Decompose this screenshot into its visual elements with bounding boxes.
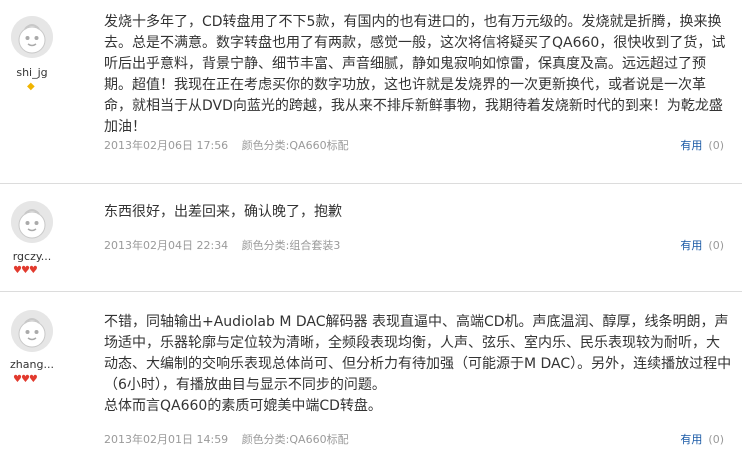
- useful-count: (0): [708, 433, 724, 446]
- review-text: 不错，同轴输出+Audiolab M DAC解码器 表现直逼中、高端CD机。声底…: [104, 312, 732, 417]
- review-date: 2013年02月04日 22:34: [104, 239, 229, 252]
- review-item: shi_jg ◆ 发烧十多年了，CD转盘用了不下5款，有国内的也有进口的，也有万…: [0, 0, 742, 184]
- review-text: 发烧十多年了，CD转盘用了不下5款，有国内的也有进口的，也有万元级的。发烧就是折…: [104, 14, 726, 135]
- review-meta: 2013年02月06日 17:56 颜色分类:QA660标配: [104, 137, 349, 153]
- review-item: rgczy... ♥♥♥ 东西很好，出差回来，确认晚了，抱歉 2013年02月0…: [0, 184, 742, 292]
- useful-button[interactable]: 有用: [680, 239, 702, 252]
- username[interactable]: rgczy...: [0, 250, 64, 263]
- user-avatar-icon: [11, 16, 53, 58]
- review-meta: 2013年02月01日 14:59 颜色分类:QA660标配: [104, 431, 349, 447]
- user-level-hearts-icon: ♥♥♥: [13, 265, 38, 276]
- review-text-line: 不错，同轴输出+Audiolab M DAC解码器 表现直逼中、高端CD机。声底…: [104, 314, 732, 393]
- username[interactable]: shi_jg: [0, 66, 64, 79]
- useful-vote: 有用 (0): [680, 137, 724, 153]
- review-meta: 2013年02月04日 22:34 颜色分类:组合套装3: [104, 237, 340, 253]
- useful-vote: 有用 (0): [680, 431, 724, 447]
- user-avatar-icon: [11, 310, 53, 352]
- avatar[interactable]: [11, 310, 53, 352]
- useful-count: (0): [708, 239, 724, 252]
- avatar[interactable]: [11, 16, 53, 58]
- useful-vote: 有用 (0): [680, 237, 724, 253]
- review-date: 2013年02月01日 14:59: [104, 433, 229, 446]
- review-item: zhang... ♥♥♥ 不错，同轴输出+Audiolab M DAC解码器 表…: [0, 292, 742, 459]
- useful-button[interactable]: 有用: [680, 433, 702, 446]
- color-category: 颜色分类:组合套装3: [241, 239, 341, 252]
- color-category: 颜色分类:QA660标配: [241, 139, 349, 152]
- useful-button[interactable]: 有用: [680, 139, 702, 152]
- username[interactable]: zhang...: [0, 358, 64, 371]
- review-date: 2013年02月06日 17:56: [104, 139, 229, 152]
- user-level-hearts-icon: ♥♥♥: [13, 374, 38, 385]
- user-level-diamond-icon: ◆: [27, 81, 35, 92]
- useful-count: (0): [708, 139, 724, 152]
- color-category: 颜色分类:QA660标配: [241, 433, 349, 446]
- review-text-line: 总体而言QA660的素质可媲美中端CD转盘。: [104, 398, 382, 414]
- avatar[interactable]: [11, 201, 53, 243]
- user-avatar-icon: [11, 201, 53, 243]
- review-text: 东西很好，出差回来，确认晚了，抱歉: [104, 204, 342, 220]
